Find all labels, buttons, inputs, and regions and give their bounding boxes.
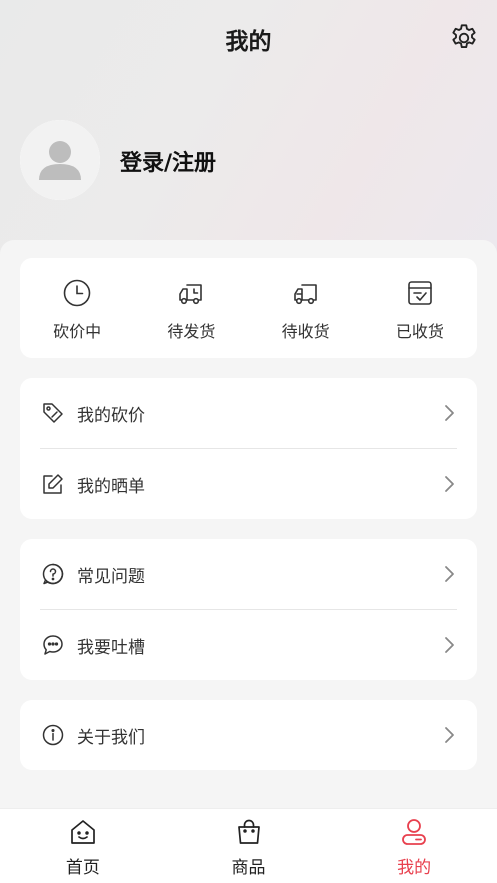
chevron-right-icon	[445, 566, 454, 582]
shopping-bag-icon	[237, 819, 260, 844]
order-label: 砍价中	[53, 322, 102, 341]
tab-home[interactable]: 首页	[0, 809, 166, 883]
menu-label: 常见问题	[77, 566, 145, 587]
edit-icon	[43, 474, 63, 494]
chevron-right-icon	[445, 727, 454, 743]
tab-label: 首页	[65, 858, 100, 878]
menu-label: 关于我们	[77, 727, 145, 748]
tab-products[interactable]: 商品	[166, 809, 332, 883]
user-placeholder-icon	[20, 120, 100, 200]
info-icon	[42, 724, 64, 746]
truck-clock-icon	[179, 284, 203, 305]
order-to-ship[interactable]: 待发货	[134, 258, 248, 358]
menu-item-feedback[interactable]: 我要吐槽	[20, 610, 477, 680]
question-icon	[42, 563, 64, 585]
user-icon	[402, 819, 427, 845]
home-icon	[70, 820, 95, 844]
login-register-link[interactable]: 登录/注册	[120, 145, 216, 177]
menu-item-faq[interactable]: 常见问题	[20, 539, 477, 609]
gear-icon	[452, 24, 476, 48]
bottom-tab-bar: 首页 商品 我的	[0, 808, 497, 883]
chat-icon	[43, 635, 63, 655]
order-label: 待发货	[167, 322, 216, 341]
chevron-right-icon	[445, 476, 454, 492]
order-label: 已收货	[395, 322, 444, 341]
menu-group-help: 常见问题 我要吐槽	[20, 539, 477, 680]
tab-label: 商品	[231, 858, 266, 878]
settings-button[interactable]	[448, 22, 480, 54]
avatar[interactable]	[20, 120, 100, 200]
order-status-card: 砍价中 待发货 待收货 已收货	[20, 258, 477, 358]
order-to-receive[interactable]: 待收货	[249, 258, 363, 358]
page-title: 我的	[225, 29, 272, 55]
menu-label: 我的晒单	[77, 476, 145, 497]
menu-item-my-bargains[interactable]: 我的砍价	[20, 378, 477, 448]
tab-label: 我的	[397, 858, 432, 878]
menu-group-bargain: 我的砍价 我的晒单	[20, 378, 477, 519]
tab-mine[interactable]: 我的	[331, 809, 497, 883]
price-tag-icon	[43, 403, 63, 423]
order-received[interactable]: 已收货	[363, 258, 477, 358]
chevron-right-icon	[445, 405, 454, 421]
clock-icon	[63, 279, 91, 307]
menu-item-my-reviews[interactable]: 我的晒单	[20, 449, 477, 519]
menu-group-about: 关于我们	[20, 700, 477, 770]
menu-label: 我的砍价	[77, 405, 145, 426]
order-bargaining[interactable]: 砍价中	[20, 258, 134, 358]
order-label: 待收货	[281, 322, 330, 341]
menu-label: 我要吐槽	[77, 637, 145, 658]
truck-icon	[293, 284, 317, 305]
menu-item-about-us[interactable]: 关于我们	[20, 700, 477, 770]
received-box-icon	[408, 281, 432, 305]
chevron-right-icon	[445, 637, 454, 653]
